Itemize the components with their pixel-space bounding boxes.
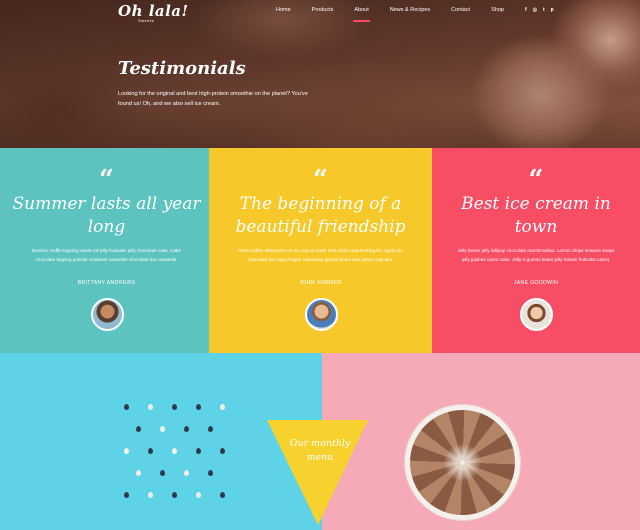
page-title: Testimonials <box>118 58 246 79</box>
quote-icon: “ <box>528 165 544 195</box>
sprinkle-dot <box>220 492 225 498</box>
sprinkle-dot <box>172 492 177 498</box>
sprinkle-dot <box>172 448 177 454</box>
sprinkle-dot <box>196 492 201 498</box>
testimonial-author: JOHN SUMMER <box>299 280 342 286</box>
main-nav: Home Products About News & Recipes Conta… <box>276 7 554 22</box>
nav-home[interactable]: Home <box>276 7 291 13</box>
sprinkle-dot <box>160 426 165 432</box>
sprinkle-dot <box>136 426 141 432</box>
sprinkle-dot <box>124 448 129 454</box>
nav-shop[interactable]: Shop <box>491 7 504 13</box>
testimonial-card: “ Best ice cream in town Jelly beans jel… <box>432 148 640 353</box>
avatar <box>90 298 124 331</box>
nav-news-recipes[interactable]: News & Recipes <box>390 7 430 13</box>
sprinkle-dot <box>148 492 153 498</box>
testimonial-card: “ Summer lasts all year long Bonbon muff… <box>0 148 213 353</box>
logo[interactable]: Oh lala! Sweets <box>118 2 189 23</box>
avatar <box>520 298 553 331</box>
sprinkle-dot <box>196 404 201 410</box>
hero-banner: Oh lala! Sweets Home Products About News… <box>0 0 640 148</box>
testimonial-title: The beginning of a beautiful friendship <box>235 194 406 237</box>
testimonial-title: Summer lasts all year long <box>12 194 201 237</box>
sprinkle-dot <box>184 426 189 432</box>
sprinkle-dot <box>124 492 129 498</box>
testimonial-body: Great coffee alternative on my way to wo… <box>238 248 403 262</box>
twitter-icon[interactable]: t <box>543 7 545 13</box>
sprinkle-dot <box>196 448 201 454</box>
sprinkle-dot <box>148 448 153 454</box>
sprinkle-dot <box>172 404 177 410</box>
ice-cream-bowl-image <box>405 405 520 520</box>
sprinkle-dot <box>220 404 225 410</box>
avatar <box>304 298 338 331</box>
sprinkle-dot <box>208 470 213 476</box>
sprinkle-dot <box>208 426 213 432</box>
sprinkle-dot <box>148 404 153 410</box>
hero-description: Looking for the original and best high-p… <box>118 91 308 107</box>
testimonial-body: Bonbon muffin topping sweet roll jelly f… <box>32 248 181 262</box>
sprinkle-dot <box>184 470 189 476</box>
sprinkle-dot <box>124 404 129 410</box>
menu-panel-left <box>0 353 322 530</box>
testimonial-card: “ The beginning of a beautiful friendshi… <box>209 148 432 353</box>
quote-icon: “ <box>313 165 328 195</box>
quote-icon: “ <box>99 165 114 195</box>
pinterest-icon[interactable]: p <box>551 7 554 13</box>
testimonial-author: JANE GOODWIN <box>513 280 559 286</box>
testimonial-body: Jelly beans jelly lollipop chocolate mar… <box>457 248 615 262</box>
sprinkle-dot <box>160 470 165 476</box>
nav-contact[interactable]: Contact <box>451 7 470 13</box>
monthly-menu-link[interactable]: Our monthly menu <box>284 437 356 465</box>
nav-products[interactable]: Products <box>312 7 334 13</box>
instagram-icon[interactable]: ◎ <box>533 7 537 13</box>
testimonial-author: BRITTANY ANDREWS <box>77 280 136 286</box>
sprinkle-dot <box>220 448 225 454</box>
testimonial-title: Best ice cream in town <box>461 194 611 237</box>
facebook-icon[interactable]: f <box>525 7 527 13</box>
sprinkle-dot <box>136 470 141 476</box>
social-links: f ◎ t p <box>525 7 554 13</box>
nav-about[interactable]: About <box>353 7 371 22</box>
